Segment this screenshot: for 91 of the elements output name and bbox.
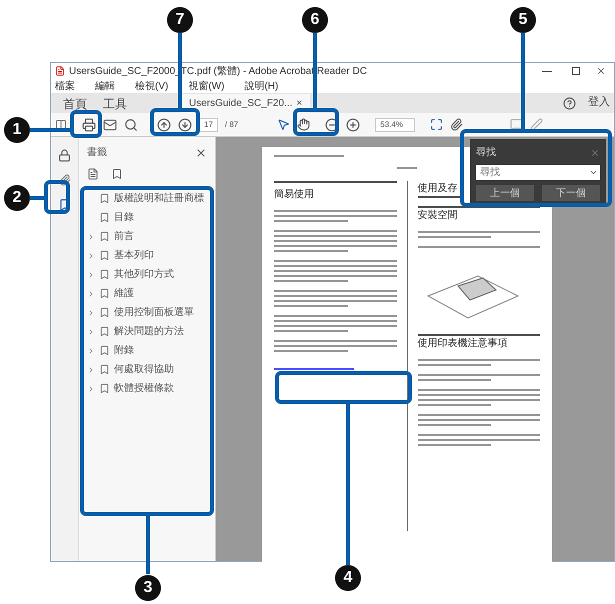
page-total: / 87 — [224, 118, 238, 130]
text-lines-drawing — [274, 155, 344, 157]
hand-icon[interactable] — [297, 118, 310, 131]
options-icon[interactable] — [87, 168, 99, 180]
pen-icon[interactable] — [530, 118, 544, 131]
bookmark-icon — [99, 212, 110, 223]
menu-item[interactable]: 編輯 — [95, 78, 115, 94]
bookmark-icon — [99, 326, 110, 337]
find-button[interactable]: 上一個 — [476, 185, 534, 201]
zoom-field[interactable]: 53.4% — [375, 118, 416, 132]
callout-number: 5 — [510, 7, 536, 33]
bookmark-icon — [99, 250, 110, 261]
expand-icon[interactable] — [87, 366, 95, 374]
cursor-icon[interactable] — [277, 118, 290, 131]
page-number-field[interactable]: 17 — [199, 118, 218, 132]
bookmark-item[interactable]: 軟體授權條款 — [114, 381, 174, 396]
bookmark-icon — [99, 269, 110, 280]
sign-in-link[interactable]: 登入 — [588, 94, 610, 110]
bookmark-icon — [99, 307, 110, 318]
expand-icon[interactable] — [87, 290, 95, 298]
callout-number: 7 — [167, 7, 193, 33]
find-title: 尋找 — [476, 146, 496, 160]
menu-item[interactable]: 檔案 — [55, 78, 75, 94]
menu-item[interactable]: 視窗(W) — [188, 78, 224, 94]
document-tab[interactable]: UsersGuide_SC_F20... × — [181, 94, 310, 113]
bookmark-item[interactable]: 解決問題的方法 — [114, 324, 184, 339]
paperclip-icon[interactable] — [450, 118, 464, 131]
bookmark-item[interactable]: 目錄 — [114, 210, 134, 225]
find-button[interactable]: 下一個 — [542, 185, 600, 201]
panel-toggle-icon[interactable] — [55, 118, 67, 130]
bookmark-item[interactable]: 前言 — [114, 229, 134, 244]
mail-icon[interactable] — [103, 118, 117, 132]
tab-label: UsersGuide_SC_F20... — [189, 97, 292, 111]
highlight-frame — [70, 110, 102, 138]
bookmark-item[interactable]: 其他列印方式 — [114, 267, 174, 282]
bookmark-icon — [99, 364, 110, 375]
callout-number: 4 — [335, 565, 361, 591]
bookmark-item[interactable]: 何處取得協助 — [114, 362, 174, 377]
bookmark-icon — [99, 231, 110, 242]
bookmark-item[interactable]: 附錄 — [114, 343, 134, 358]
bookmark-item[interactable]: 維護 — [114, 286, 134, 301]
expand-icon[interactable] — [87, 270, 95, 278]
callout-number: 6 — [302, 7, 328, 33]
menu-item[interactable]: 檢視(V) — [135, 78, 168, 94]
bookmark-item[interactable]: 基本列印 — [114, 248, 154, 263]
close-icon[interactable] — [596, 66, 606, 76]
bookmark-icon — [99, 383, 110, 394]
bookmark-item[interactable]: 版權說明和註冊商標 — [114, 191, 204, 206]
pdf-file-icon — [55, 66, 65, 76]
highlight-frame — [150, 108, 200, 136]
new-bookmark-icon[interactable] — [111, 168, 123, 180]
bookmark-icon — [99, 193, 110, 204]
arrow-down-icon[interactable] — [178, 118, 192, 132]
bookmark-icon — [99, 288, 110, 299]
find-field[interactable]: 尋找 — [476, 165, 586, 180]
paperclip-icon[interactable] — [58, 174, 70, 186]
nav-tab[interactable]: 工具 — [95, 94, 135, 113]
page-heading: 簡易使用 — [274, 188, 315, 202]
expand-icon[interactable] — [87, 308, 95, 316]
zoom-in-icon[interactable] — [346, 118, 360, 132]
highlight-frame — [293, 108, 339, 136]
text-lines-drawing — [397, 167, 417, 169]
maximize-button[interactable] — [572, 67, 580, 75]
expand-icon[interactable] — [87, 384, 95, 392]
bookmark-item[interactable]: 使用控制面板選單 — [114, 305, 194, 320]
arrow-up-icon[interactable] — [157, 118, 171, 132]
highlight-frame — [44, 180, 70, 214]
panel-title: 書籤 — [87, 146, 107, 160]
dropdown-button[interactable] — [586, 165, 600, 180]
lock-icon[interactable] — [58, 149, 71, 162]
callout-number: 2 — [4, 185, 30, 211]
nav-tab[interactable]: 首頁 — [55, 94, 95, 113]
page-subheading: 安裝空間 — [418, 206, 540, 223]
bookmark-icon — [99, 345, 110, 356]
fit-page-icon[interactable] — [430, 118, 444, 131]
minimize-button[interactable] — [542, 70, 552, 72]
callout-number: 1 — [4, 117, 30, 143]
help-icon[interactable] — [563, 97, 576, 110]
expand-icon[interactable] — [87, 346, 95, 354]
page-heading: 使用及存 — [418, 181, 462, 198]
menu-item[interactable]: 說明(H) — [244, 78, 278, 94]
print-icon[interactable] — [82, 118, 96, 132]
page-subheading: 使用印表機注意事項 — [418, 334, 540, 351]
close-icon[interactable] — [195, 146, 207, 158]
expand-icon[interactable] — [87, 328, 95, 336]
tab-close-button[interactable]: × — [296, 96, 302, 111]
callout-number: 3 — [135, 575, 161, 601]
caret-icon — [588, 168, 598, 177]
expand-icon[interactable] — [87, 232, 95, 240]
expand-icon[interactable] — [87, 252, 95, 260]
search-icon[interactable] — [124, 118, 138, 132]
